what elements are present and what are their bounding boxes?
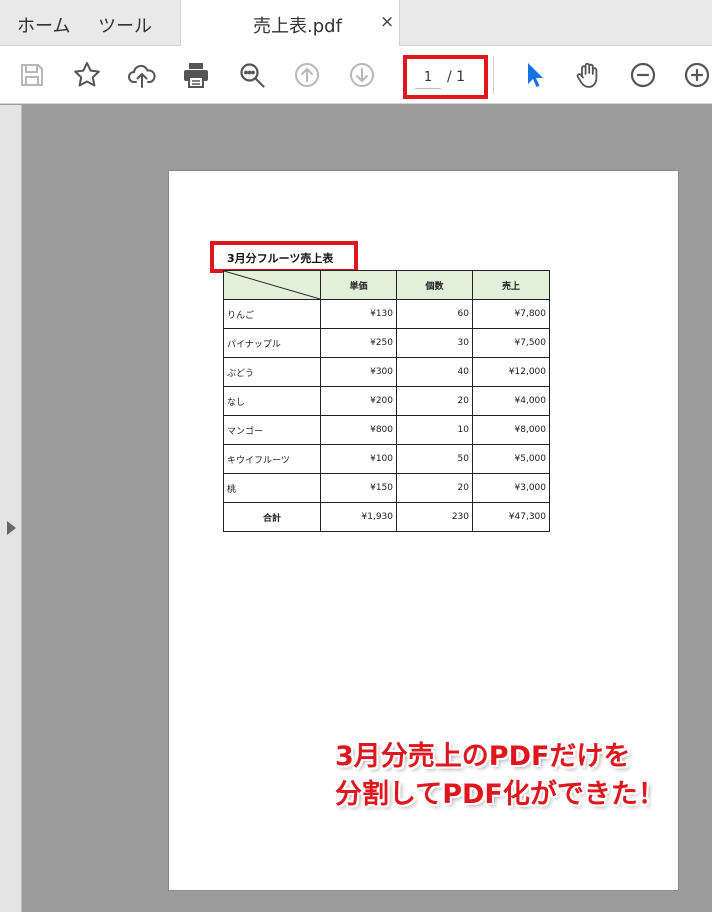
row-price: ¥200 [320,386,397,416]
row-price: ¥300 [320,357,397,387]
annotation-callout: 3月分売上のPDFだけを 分割してPDF化ができた！ [335,738,665,814]
row-sales: ¥5,000 [472,444,550,474]
row-sales: ¥4,000 [472,386,550,416]
tab-document[interactable]: 売上表.pdf × [180,0,400,47]
total-sales: ¥47,300 [472,502,550,532]
current-page-input[interactable] [415,67,441,89]
row-name: りんご [223,299,321,329]
total-price: ¥1,930 [320,502,397,532]
row-qty: 60 [396,299,473,329]
cloud-upload-icon[interactable] [125,58,159,92]
row-price: ¥150 [320,473,397,503]
table-total-row: 合計 ¥1,930 230 ¥47,300 [223,502,550,532]
row-qty: 30 [396,328,473,358]
sales-table: 単価 個数 売上 りんご ¥130 60 ¥7,800 パイナップル ¥250 … [223,270,550,532]
total-pages: / 1 [447,69,466,85]
row-name: パイナップル [223,328,321,358]
table-row: なし ¥200 20 ¥4,000 [223,386,550,416]
select-cursor-icon[interactable] [517,58,551,92]
table-row: キウイフルーツ ¥100 50 ¥5,000 [223,444,550,474]
table-row: マンゴー ¥800 10 ¥8,000 [223,415,550,445]
row-price: ¥100 [320,444,397,474]
table-row: りんご ¥130 60 ¥7,800 [223,299,550,329]
total-label: 合計 [223,502,321,532]
left-panel-strip [0,105,22,912]
zoom-search-icon[interactable] [235,58,269,92]
toolbar: / 1 [0,46,712,104]
table-header-row: 単価 個数 売上 [223,270,550,300]
table-row: 桃 ¥150 20 ¥3,000 [223,473,550,503]
expand-panel-icon[interactable] [7,521,16,535]
page-up-icon[interactable] [290,58,324,92]
row-qty: 20 [396,386,473,416]
annotation-line-2: 分割してPDF化ができた！ [335,779,665,810]
zoom-out-icon[interactable] [626,58,660,92]
header-unit-price: 単価 [320,270,397,300]
star-icon[interactable] [70,58,104,92]
total-qty: 230 [396,502,473,532]
row-price: ¥800 [320,415,397,445]
sheet-title-box: 3月分フルーツ売上表 [210,241,358,273]
row-name: キウイフルーツ [223,444,321,474]
tab-document-title: 売上表.pdf [253,16,342,37]
hand-icon[interactable] [571,58,605,92]
row-sales: ¥3,000 [472,473,550,503]
tab-home[interactable]: ホーム [17,12,70,38]
row-sales: ¥12,000 [472,357,550,387]
print-icon[interactable] [179,58,213,92]
annotation-line-1: 3月分売上のPDFだけを [335,741,631,772]
tab-tools[interactable]: ツール [98,12,152,38]
row-name: ぶどう [223,357,321,387]
row-sales: ¥7,500 [472,328,550,358]
row-name: マンゴー [223,415,321,445]
row-qty: 50 [396,444,473,474]
row-price: ¥250 [320,328,397,358]
save-icon[interactable] [15,58,49,92]
table-row: パイナップル ¥250 30 ¥7,500 [223,328,550,358]
toolbar-separator [493,56,494,94]
page-navigation: / 1 [403,55,488,99]
row-name: なし [223,386,321,416]
row-qty: 20 [396,473,473,503]
sheet-title: 3月分フルーツ売上表 [227,252,334,265]
row-price: ¥130 [320,299,397,329]
tab-bar: ホーム ツール 売上表.pdf × [0,0,712,47]
row-qty: 40 [396,357,473,387]
zoom-in-icon[interactable] [680,58,712,92]
row-sales: ¥7,800 [472,299,550,329]
header-corner-cell [223,270,321,300]
header-quantity: 個数 [396,270,473,300]
close-icon[interactable]: × [380,12,394,32]
table-row: ぶどう ¥300 40 ¥12,000 [223,357,550,387]
header-sales: 売上 [472,270,550,300]
page-down-icon[interactable] [345,58,379,92]
row-sales: ¥8,000 [472,415,550,445]
row-name: 桃 [223,473,321,503]
row-qty: 10 [396,415,473,445]
